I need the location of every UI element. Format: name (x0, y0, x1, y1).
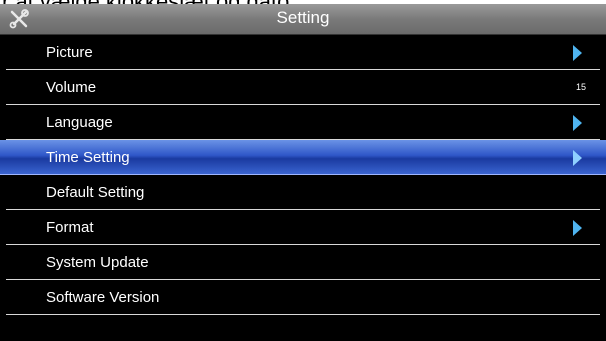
menu-item-volume[interactable]: Volume 15 (6, 70, 600, 105)
volume-value: 15 (575, 82, 586, 92)
menu-item-time-setting[interactable]: Time Setting (0, 140, 606, 175)
menu-item-label: Volume (46, 79, 97, 96)
settings-menu: Picture Volume 15 Language Time Setting … (0, 35, 606, 315)
menu-item-picture[interactable]: Picture (6, 35, 600, 70)
menu-item-label: Default Setting (46, 184, 145, 201)
menu-item-label: Time Setting (46, 149, 130, 166)
arrow-right-icon (573, 150, 582, 166)
menu-item-label: Software Version (46, 289, 160, 306)
menu-item-software-version[interactable]: Software Version (6, 280, 600, 315)
menu-item-label: System Update (46, 254, 149, 271)
menu-item-label: Language (46, 114, 113, 131)
menu-item-language[interactable]: Language (6, 105, 600, 140)
menu-item-default-setting[interactable]: Default Setting (6, 175, 600, 210)
page-title: Setting (276, 8, 330, 27)
menu-item-system-update[interactable]: System Update (6, 245, 600, 280)
menu-item-label: Picture (46, 44, 93, 61)
menu-item-format[interactable]: Format (6, 210, 600, 245)
settings-screen: Setting Picture Volume 15 Language Time … (0, 4, 606, 341)
arrow-right-icon (573, 115, 582, 131)
arrow-right-icon (573, 45, 582, 61)
menu-item-label: Format (46, 219, 94, 236)
arrow-right-icon (573, 220, 582, 236)
title-bar: Setting (0, 4, 606, 35)
